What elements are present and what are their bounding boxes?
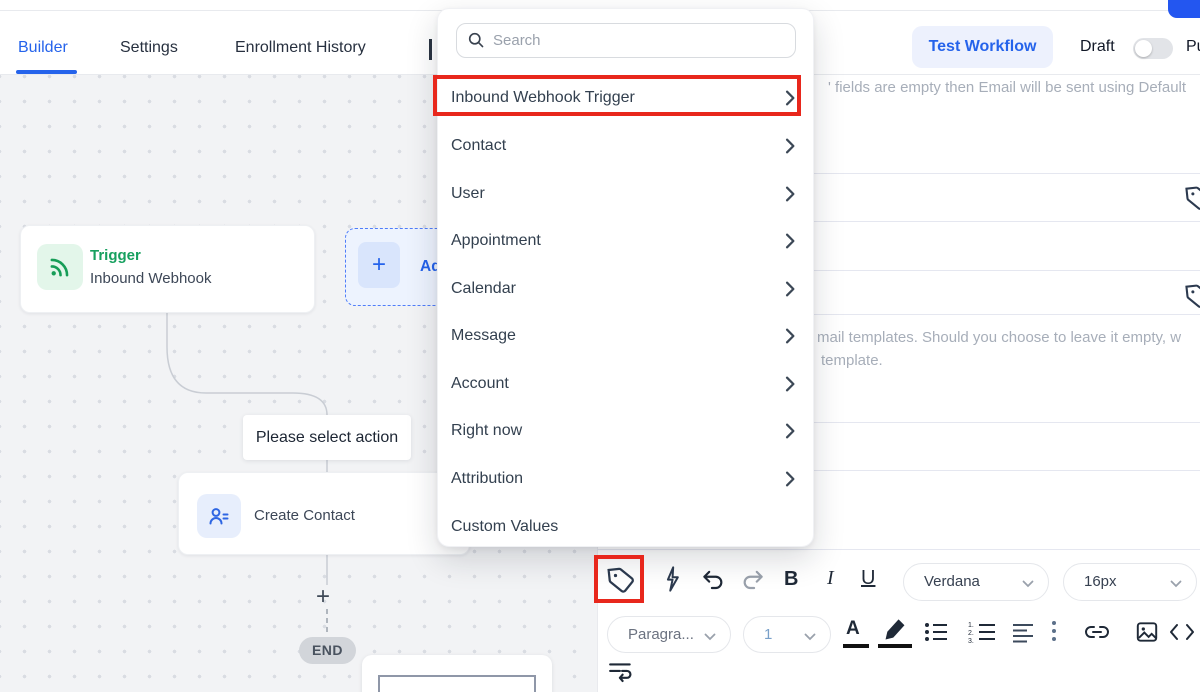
menu-item-label: Appointment: [451, 218, 541, 263]
chevron-down-icon: [1022, 580, 1034, 588]
svg-text:2.: 2.: [968, 630, 974, 637]
bottom-popup-field[interactable]: [378, 675, 536, 692]
trigger-node-card[interactable]: Trigger Inbound Webhook: [20, 225, 315, 313]
wrap-icon[interactable]: [608, 660, 634, 689]
test-workflow-button[interactable]: Test Workflow: [912, 26, 1053, 68]
tab-settings[interactable]: Settings: [120, 39, 178, 57]
chevron-right-icon: [785, 281, 796, 297]
annotation-box-tag-icon: [594, 555, 644, 603]
toggle-knob: [1135, 40, 1152, 57]
underline-button[interactable]: U: [861, 567, 875, 590]
chevron-right-icon: [785, 138, 796, 154]
italic-button[interactable]: I: [827, 567, 834, 590]
search-icon: [467, 31, 485, 49]
text-color-button[interactable]: A: [846, 618, 860, 640]
bold-button[interactable]: B: [784, 568, 798, 591]
helper-text-line2: template.: [821, 352, 883, 369]
svg-text:3.: 3.: [968, 638, 974, 644]
text-color-underbar: [843, 644, 869, 648]
menu-item-message[interactable]: Message: [438, 313, 815, 358]
publish-toggle[interactable]: [1133, 38, 1173, 59]
menu-item-label: Account: [451, 361, 509, 406]
field-tag-icon[interactable]: [1184, 282, 1200, 315]
trigger-iconbox: [37, 244, 83, 290]
image-icon[interactable]: [1134, 619, 1160, 650]
menu-item-account[interactable]: Account: [438, 361, 815, 406]
lightning-icon[interactable]: [658, 565, 686, 598]
create-contact-label: Create Contact: [254, 507, 355, 524]
chevron-right-icon: [785, 233, 796, 249]
paragraph-style-select[interactable]: Paragra...: [607, 616, 731, 653]
font-family-value: Verdana: [924, 573, 980, 590]
menu-item-label: Contact: [451, 123, 506, 168]
menu-item-label: Attribution: [451, 456, 523, 501]
link-icon[interactable]: [1084, 621, 1110, 648]
chevron-down-icon: [1170, 580, 1182, 588]
menu-item-attribution[interactable]: Attribution: [438, 456, 815, 501]
svg-text:1.: 1.: [968, 622, 974, 629]
select-action-placeholder: Please select action: [243, 415, 411, 460]
code-icon[interactable]: [1167, 621, 1197, 648]
chevron-right-icon: [785, 471, 796, 487]
highlight-underbar: [878, 644, 912, 648]
rss-icon: [47, 254, 73, 280]
draft-label: Draft: [1080, 38, 1115, 56]
plus-icon: +: [358, 242, 400, 288]
menu-item-label: Custom Values: [451, 504, 558, 549]
browser-corner-pill: [1168, 0, 1200, 18]
chevron-right-icon: [785, 376, 796, 392]
trigger-card-subtitle: Inbound Webhook: [90, 270, 212, 287]
trigger-card-title: Trigger: [90, 247, 141, 264]
contact-iconbox: [197, 494, 241, 538]
ordered-list-icon[interactable]: 1. 2. 3.: [968, 620, 996, 649]
search-wrap: [456, 23, 796, 58]
menu-item-calendar[interactable]: Calendar: [438, 266, 815, 311]
chevron-right-icon: [785, 423, 796, 439]
bottom-popup-card: [362, 655, 552, 692]
partial-hidden-tab-text: [429, 39, 432, 60]
tab-builder[interactable]: Builder: [18, 39, 68, 57]
menu-item-label: Message: [451, 313, 516, 358]
helper-text-top: ' fields are empty then Email will be se…: [828, 79, 1186, 96]
chevron-down-icon: [704, 633, 716, 641]
menu-item-label: Calendar: [451, 266, 516, 311]
kebab-icon[interactable]: [1050, 617, 1058, 645]
menu-item-right-now[interactable]: Right now: [438, 408, 815, 453]
menu-item-custom-values[interactable]: Custom Values: [438, 504, 815, 549]
line-height-value: 1: [764, 626, 772, 643]
tab-enrollment-history[interactable]: Enrollment History: [235, 39, 366, 57]
create-contact-node-card[interactable]: Create Contact: [178, 472, 470, 555]
line-height-select[interactable]: 1: [743, 616, 831, 653]
undo-icon[interactable]: [700, 567, 726, 598]
menu-item-user[interactable]: User: [438, 171, 815, 216]
font-family-select[interactable]: Verdana: [903, 563, 1049, 601]
paragraph-style-value: Paragra...: [628, 626, 694, 643]
chevron-right-icon: [785, 186, 796, 202]
menu-item-appointment[interactable]: Appointment: [438, 218, 815, 263]
add-person-icon: [207, 504, 231, 528]
annotation-box-inbound-webhook: [433, 75, 801, 116]
bullet-list-icon[interactable]: [923, 620, 949, 649]
end-badge: END: [299, 637, 356, 664]
chevron-right-icon: [785, 328, 796, 344]
chevron-down-icon: [804, 633, 816, 641]
redo-icon[interactable]: [740, 567, 766, 598]
field-tag-icon[interactable]: [1184, 184, 1200, 217]
align-icon[interactable]: [1011, 620, 1035, 649]
menu-item-contact[interactable]: Contact: [438, 123, 815, 168]
menu-item-label: User: [451, 171, 485, 216]
workflow-builder-screen: Builder Settings Enrollment History Test…: [0, 0, 1200, 692]
font-size-select[interactable]: 16px: [1063, 563, 1197, 601]
publish-label: Publish: [1186, 38, 1200, 56]
helper-text-line1: mail templates. Should you choose to lea…: [817, 329, 1181, 346]
add-step-plus[interactable]: +: [316, 583, 330, 611]
field-divider: [597, 549, 1200, 550]
search-input[interactable]: [456, 23, 796, 58]
font-size-value: 16px: [1084, 573, 1117, 590]
menu-item-label: Right now: [451, 408, 522, 453]
